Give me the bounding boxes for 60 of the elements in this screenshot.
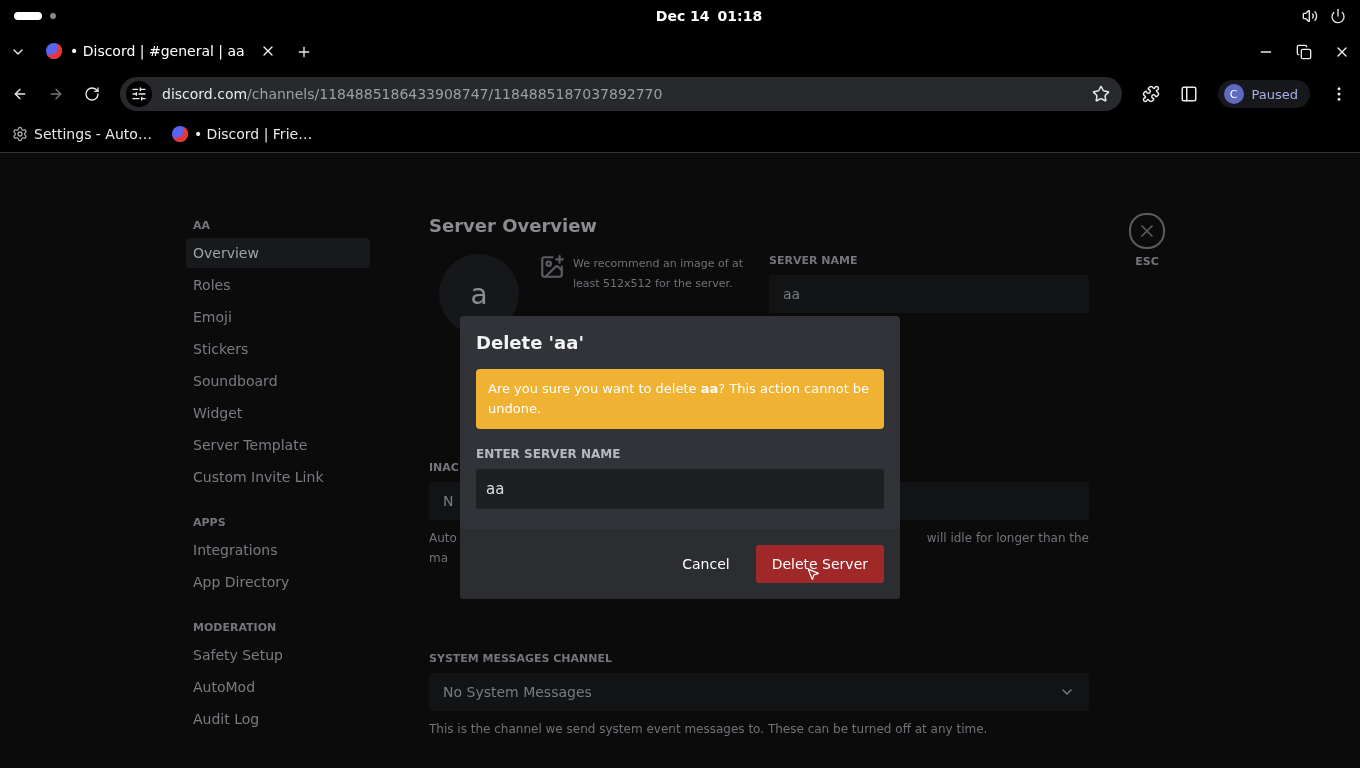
back-icon[interactable]	[12, 86, 28, 102]
close-button[interactable]	[1129, 213, 1165, 249]
sidebar-item[interactable]: Safety Setup	[186, 640, 370, 670]
sidebar-item[interactable]: Overview	[186, 238, 370, 268]
restore-icon[interactable]	[1296, 44, 1312, 60]
sidebar-item[interactable]: AutoMod	[186, 672, 370, 702]
discord-favicon-icon	[171, 126, 188, 142]
site-settings-icon[interactable]	[131, 86, 147, 102]
sidebar-heading: MODERATION	[192, 620, 278, 636]
system-channel-select[interactable]: No System Messages	[429, 673, 1089, 711]
sidebar-item[interactable]: Stickers	[186, 334, 370, 364]
extensions-icon[interactable]	[1141, 85, 1160, 103]
field-label: ENTER SERVER NAME	[476, 447, 622, 461]
help-text: will idle for longer than the	[926, 530, 1089, 547]
field-label: SERVER NAME	[769, 254, 858, 267]
sidebar-item[interactable]: Server Template	[186, 430, 370, 460]
side-panel-icon[interactable]	[1179, 85, 1198, 103]
sidebar-item[interactable]: Integrations	[186, 535, 370, 565]
date-label: Dec 14	[655, 8, 710, 24]
help-text: Auto	[429, 530, 457, 547]
sidebar-heading: AA	[192, 218, 212, 234]
bookmark-star-icon[interactable]	[1091, 85, 1110, 103]
server-name-field[interactable]: aa	[769, 275, 1089, 313]
workspace-indicator[interactable]	[50, 13, 56, 19]
bookmark[interactable]: • Discord | Frie…	[171, 126, 313, 142]
pointer-cursor-icon	[805, 567, 820, 581]
sidebar-item[interactable]: Widget	[186, 398, 370, 428]
help-text: ma	[429, 550, 450, 567]
volume-icon[interactable]	[1302, 8, 1318, 24]
field-label: INAC	[429, 461, 459, 474]
profile-button[interactable]: C Paused	[1217, 80, 1310, 108]
delete-server-button[interactable]: Delete Server	[755, 545, 884, 583]
browser-tab[interactable]: • Discord | #general | aa	[38, 37, 284, 67]
server-name-input[interactable]: aa	[476, 469, 884, 509]
cancel-button[interactable]: Cancel	[666, 545, 746, 583]
sidebar-item[interactable]: Soundboard	[186, 366, 370, 396]
help-text: This is the channel we send system event messages to. These can be turned off at any time.	[429, 721, 989, 738]
sidebar-heading: APPS	[192, 515, 227, 531]
sidebar-item[interactable]: Roles	[186, 270, 370, 300]
sidebar-item[interactable]: Custom Invite Link	[186, 462, 370, 492]
workspace-indicator[interactable]	[14, 12, 42, 20]
forward-icon[interactable]	[48, 86, 64, 102]
bookmark[interactable]: Settings - Auto…	[12, 126, 152, 142]
reload-icon[interactable]	[84, 86, 100, 102]
page-title: Server Overview	[429, 215, 598, 236]
sidebar-item[interactable]: Emoji	[186, 302, 370, 332]
new-tab-icon[interactable]	[296, 44, 312, 60]
address-bar[interactable]: discord.com/channels/1184885186433908747/1184885187037892770	[120, 77, 1122, 111]
esc-label: ESC	[1135, 255, 1159, 268]
power-icon[interactable]	[1330, 8, 1346, 24]
upload-image-icon	[539, 254, 565, 280]
time-label: 01:18	[717, 8, 763, 24]
gear-icon[interactable]	[12, 126, 28, 142]
sidebar-item[interactable]: Audit Log	[186, 704, 370, 734]
sidebar-item[interactable]: App Directory	[186, 567, 370, 597]
warning-message: Are you sure you want to delete aa? This action cannot be undone.	[476, 369, 884, 429]
dialog-title: Delete 'aa'	[476, 332, 585, 353]
discord-favicon-icon	[46, 43, 62, 59]
field-label: SYSTEM MESSAGES CHANNEL	[429, 652, 612, 665]
upload-hint: We recommend an image of at least 512x512 for the server.	[573, 256, 745, 292]
